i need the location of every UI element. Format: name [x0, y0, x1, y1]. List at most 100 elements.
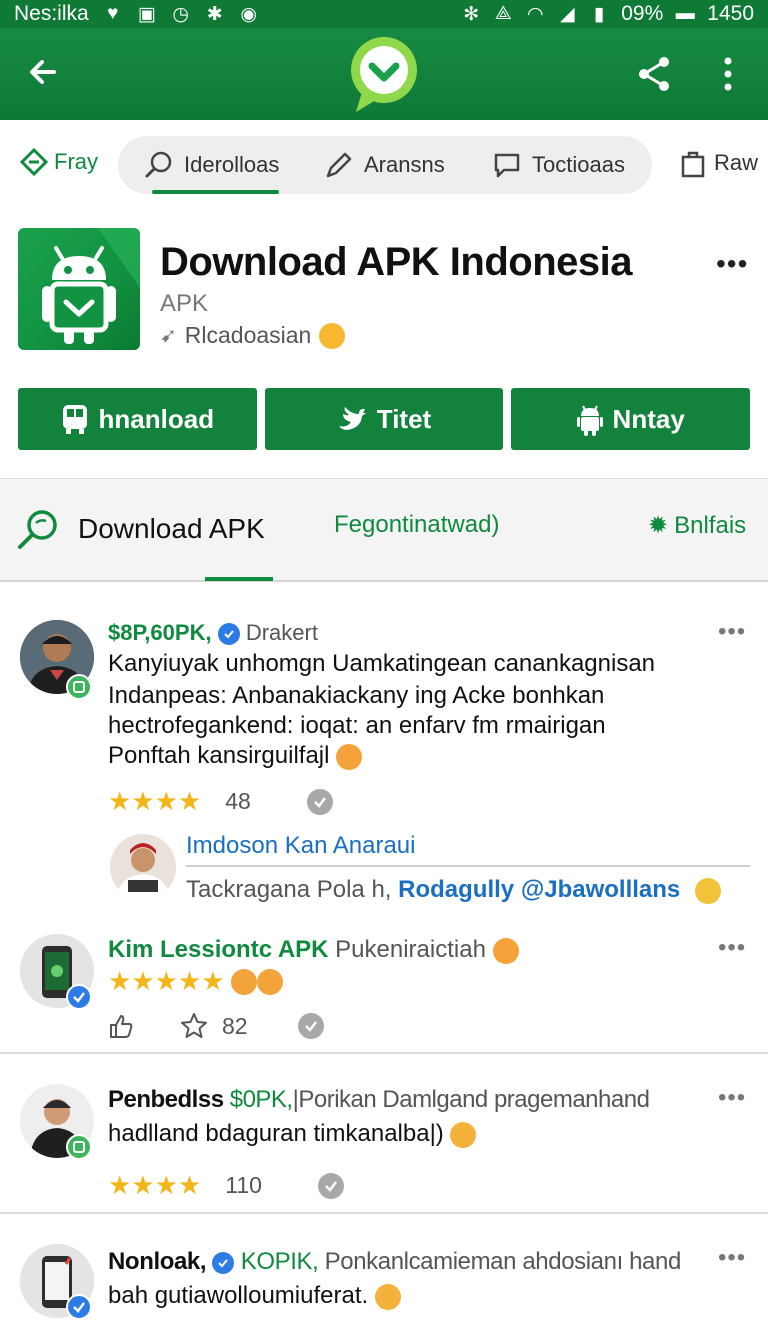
blue-check-icon — [212, 1251, 235, 1274]
status-bar: Nes:ilka ♥ ▣ ◷ ✱ ◉ ✻ ⟁ ◠ ◢ ▮ 09% ▬ 1450 — [0, 0, 768, 28]
smile-emoji-icon — [319, 322, 346, 349]
search-icon — [145, 151, 172, 178]
raw-filter[interactable]: Raw — [680, 148, 758, 178]
post-more-icon[interactable]: ••• — [718, 934, 746, 962]
overflow-menu-icon[interactable] — [712, 52, 744, 96]
post-1-line-4-wrap: Ponftah kansirguilfajl — [108, 742, 363, 770]
post-1-tag: Drakert — [245, 620, 318, 645]
tab-right-label: Bnlfais — [674, 511, 747, 539]
back-arrow-icon[interactable] — [22, 50, 66, 94]
download-button[interactable]: hnanload — [18, 388, 257, 450]
heart-icon: ♥ — [107, 3, 119, 24]
calendar-icon: ▣ — [137, 3, 156, 25]
filter-tab-2[interactable]: Aransns — [324, 136, 445, 194]
grin-emoji-icon — [374, 1283, 401, 1310]
app-more-icon[interactable]: ••• — [716, 248, 748, 280]
post-4-handle[interactable]: KOPIK, — [241, 1248, 319, 1275]
post-1-line-1: Kanyiuyak unhomgn Uamkatingean canankagn… — [108, 650, 656, 677]
app-logo-icon[interactable] — [348, 36, 420, 116]
pin-icon: ➹ — [160, 325, 177, 347]
share-icon[interactable] — [632, 52, 676, 96]
post-2-actions: 82 — [108, 1012, 324, 1040]
filter-tab-1[interactable]: Iderolloas — [144, 136, 280, 194]
post-4-line-2: bah gutiawolloumiuferat. — [108, 1282, 369, 1309]
download-button-label: hnanload — [98, 403, 215, 434]
filter-tab-2-label: Aransns — [364, 152, 445, 177]
reply-name[interactable]: Imdoson Kan Anaraui — [186, 832, 416, 860]
feed: $8P,60PK, Drakert ••• Kanyiuyak unhomgn … — [0, 584, 768, 1344]
tab-title-label: Download APK — [78, 513, 265, 544]
raw-label: Raw — [714, 150, 759, 175]
battery-level-icon: ▬ — [675, 3, 695, 24]
action-buttons: hnanload Titet Nntay — [18, 388, 751, 450]
check-icon[interactable] — [317, 1172, 344, 1199]
star-outline-icon[interactable] — [180, 1012, 208, 1040]
post-more-icon[interactable]: ••• — [718, 618, 746, 646]
post-3-header: Penbedlss $0PK,|Porikan Damlgand pragema… — [108, 1086, 650, 1114]
comment-icon — [494, 153, 520, 178]
bus-icon — [62, 405, 87, 434]
bird-icon — [338, 407, 366, 430]
thumbs-up-icon[interactable] — [108, 1013, 134, 1039]
app-bar — [0, 28, 768, 120]
reply-text: Tackragana Pola h, — [186, 876, 392, 903]
post-1-line-2: Indanpeas: Anbanakiackany ing Acke bonhk… — [108, 682, 605, 709]
blue-check-icon — [217, 623, 240, 646]
post-3-handle[interactable]: $0PK, — [230, 1086, 293, 1113]
wifi-icon: ◠ — [526, 3, 544, 25]
star-icon: ★★★★ — [108, 1170, 202, 1200]
post-4-name[interactable]: Nonloak, — [108, 1248, 207, 1275]
diamond-icon — [20, 148, 48, 176]
check-icon[interactable] — [297, 1013, 324, 1039]
post-more-icon[interactable]: ••• — [718, 1244, 746, 1272]
battery-icon: ▮ — [594, 3, 605, 25]
post-2-title[interactable]: Kim Lessiontc APK — [108, 936, 329, 963]
bluetooth-icon: ✻ — [463, 3, 480, 25]
tab-download-apk[interactable]: Download APK — [16, 507, 265, 551]
post-2-header: Kim Lessiontc APK Pukeniraictiah — [108, 936, 519, 964]
filter-tab-1-label: Iderolloas — [184, 152, 280, 177]
filter-tab-3[interactable]: Toctioaas — [492, 136, 625, 194]
verified-badge-icon — [66, 674, 92, 700]
android-button[interactable]: Nntay — [511, 388, 751, 450]
star-icon: ★★★★★ — [108, 966, 225, 996]
party-emoji-icon — [694, 877, 721, 904]
post-4-line-2-wrap: bah gutiawolloumiuferat. — [108, 1282, 401, 1310]
post-1-line-4: Ponftah kansirguilfajl — [108, 742, 330, 769]
app-title: Download APK Indonesia — [160, 240, 633, 284]
post-2-stars: ★★★★★ — [108, 966, 283, 997]
post-3-rating-value: 110 — [225, 1172, 262, 1198]
post-4-tail: Ponkanlcamieman ahdosianı hand — [324, 1248, 682, 1275]
post-3-name[interactable]: Penbedlss — [108, 1086, 224, 1113]
android-icon — [576, 405, 603, 436]
post-1-line-3: hectrofegankend: ioqat: an enfarv fm rma… — [108, 712, 606, 739]
grin-emoji-icon — [492, 937, 519, 964]
post-2-tag: Pukeniraictiah — [335, 936, 486, 963]
battery-percent: 09% — [621, 2, 664, 25]
clock-icon: ◷ — [172, 3, 189, 25]
check-icon[interactable] — [306, 788, 333, 815]
bag-icon — [681, 151, 705, 178]
reply-mention[interactable]: Rodagully @Jbawolllans — [398, 876, 680, 903]
post-1-handle[interactable]: $8P,60PK, — [108, 620, 212, 645]
tab-bar: Download APK Fegontinatwad) ✹ Bnlfais — [0, 478, 768, 582]
tab-middle[interactable]: Fegontinatwad) — [334, 511, 499, 539]
clock-time: 1450 — [707, 2, 754, 25]
love-emoji-icon — [230, 968, 257, 995]
reply-avatar[interactable] — [110, 834, 176, 900]
tweet-button-label: Titet — [376, 403, 432, 434]
tweet-button[interactable]: Titet — [264, 388, 504, 450]
post-3-line-2: hadlland bdaguran timkanalba|) — [108, 1120, 444, 1147]
android-button-label: Nntay — [612, 403, 685, 434]
app-header: Download APK Indonesia APK ➹ Rlcadoasian… — [0, 210, 768, 478]
love-emoji-icon-2 — [256, 968, 283, 995]
smile-emoji-icon — [450, 1121, 477, 1148]
tab-right[interactable]: ✹ Bnlfais — [648, 511, 746, 540]
reply-person-photo — [110, 834, 176, 900]
fray-filter[interactable]: Fray — [20, 148, 98, 176]
filter-row: Fray Iderolloas Aransns Toctioaas Raw — [0, 120, 768, 210]
post-more-icon[interactable]: ••• — [718, 1084, 746, 1112]
tab-indicator — [205, 577, 273, 581]
camera-icon: ◉ — [240, 3, 257, 25]
filter-pill: Iderolloas Aransns Toctioaas — [118, 136, 652, 194]
